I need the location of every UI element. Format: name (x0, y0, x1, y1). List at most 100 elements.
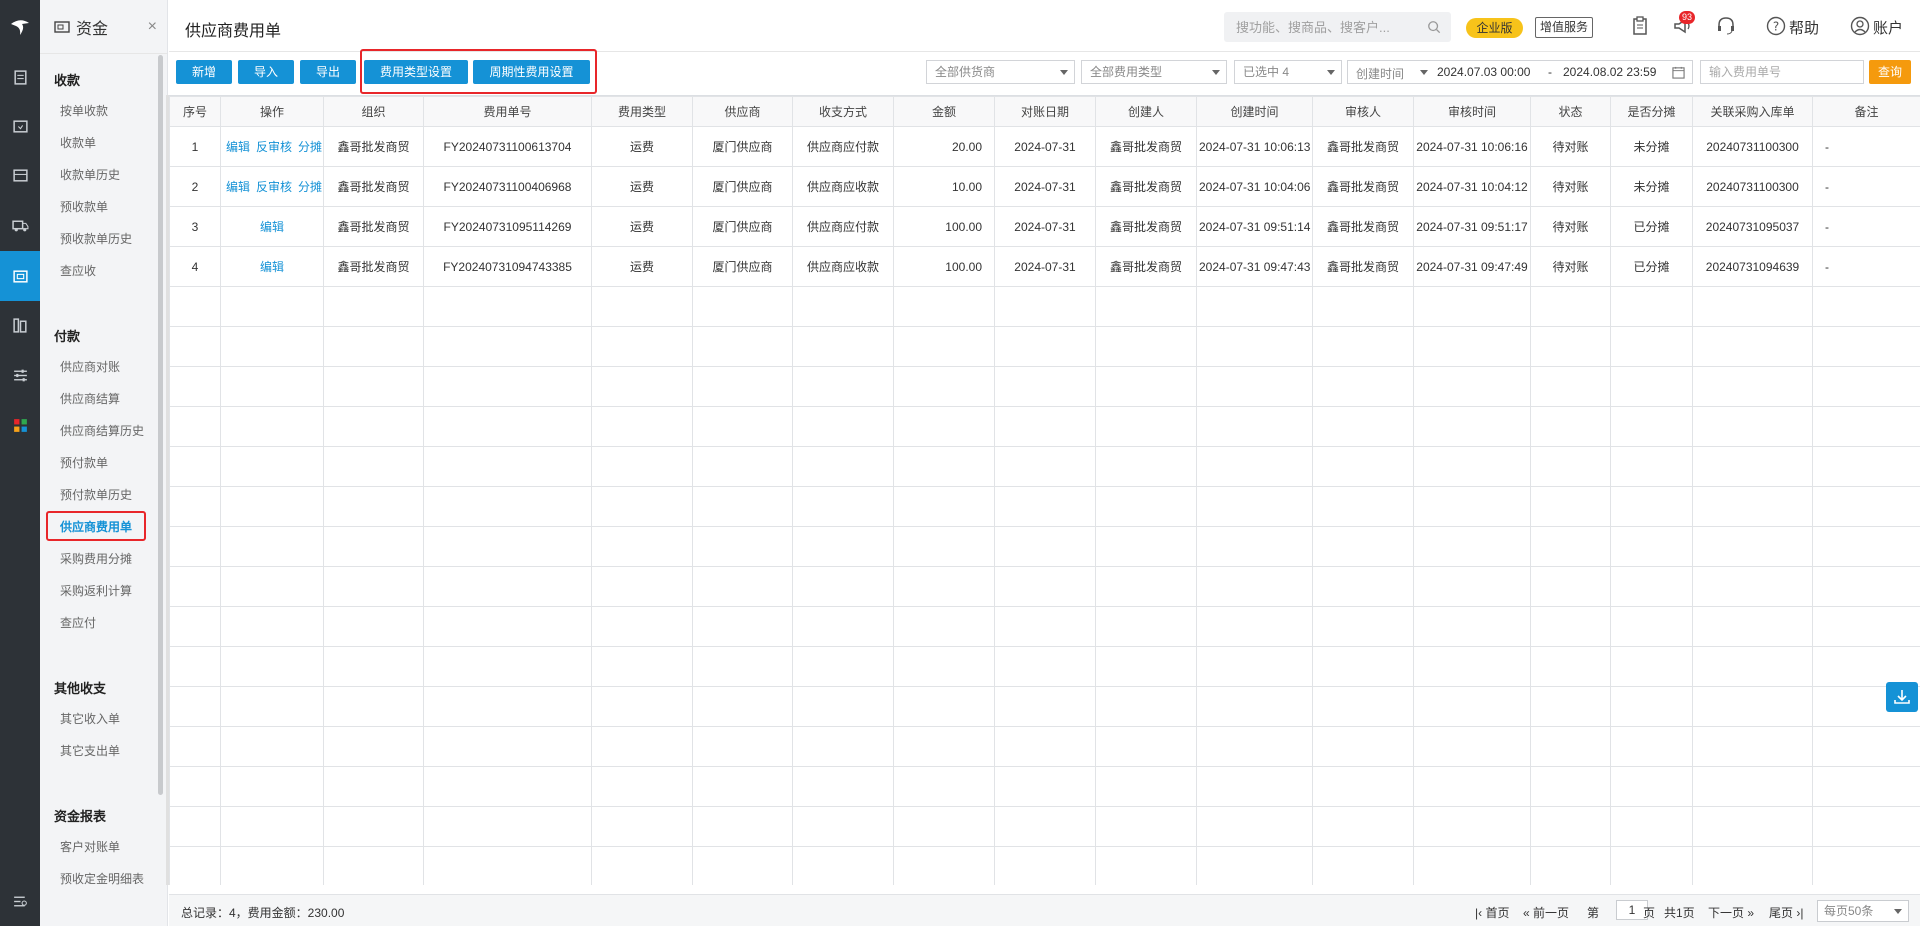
column-header[interactable]: 关联采购入库单 (1692, 96, 1813, 127)
table-row[interactable]: 1 编辑 反审核 分摊 鑫哥批发商贸 FY20240731100613704 运费 厦门供应商… (169, 126, 1920, 167)
selected-count-select[interactable]: 已选中 4 (1234, 60, 1342, 84)
allocate-link[interactable]: 分摊 (298, 140, 322, 154)
empty-cell (994, 766, 1096, 807)
app-logo-icon[interactable] (0, 0, 40, 54)
help-link[interactable]: 帮助 (1789, 17, 1819, 38)
search-icon[interactable] (1427, 20, 1441, 34)
sidebar-item-settlement-history[interactable]: 供应商结算历史 (60, 422, 144, 439)
table-row[interactable]: 3 编辑 鑫哥批发商贸 FY20240731095114269 运费 厦门供应商 供应商应付… (169, 206, 1920, 247)
apps-grid-icon[interactable] (0, 400, 40, 450)
customer-service-icon[interactable] (1715, 15, 1737, 37)
sidebar-item-prepayment[interactable]: 预付款单 (60, 454, 108, 471)
edit-link[interactable]: 编辑 (260, 260, 284, 274)
supplier-filter-select[interactable]: 全部供货商 (926, 60, 1075, 84)
sidebar-item-receivables[interactable]: 查应收 (60, 262, 96, 279)
sidebar-item-payables[interactable]: 查应付 (60, 614, 96, 631)
import-button[interactable]: 导入 (238, 60, 294, 84)
column-header[interactable]: 费用单号 (423, 96, 592, 127)
finance-nav-icon[interactable] (0, 251, 40, 301)
close-icon[interactable]: × (148, 18, 157, 36)
sidebar-item-advance-receipt[interactable]: 预收款单 (60, 198, 108, 215)
export-button[interactable]: 导出 (300, 60, 356, 84)
edit-link[interactable]: 编辑 (260, 220, 284, 234)
date-type-select[interactable]: 创建时间 (1356, 65, 1404, 82)
sidebar-item-deposit-detail[interactable]: 预收定金明细表 (60, 870, 144, 887)
column-header[interactable]: 费用类型 (591, 96, 693, 127)
download-button[interactable] (1886, 682, 1918, 712)
help-icon[interactable]: ? (1766, 16, 1786, 36)
search-input[interactable] (1236, 18, 1416, 36)
sidebar-item-other-expense[interactable]: 其它支出单 (60, 742, 120, 759)
page-size-value: 每页50条 (1824, 904, 1874, 918)
column-header[interactable]: 供应商 (692, 96, 793, 127)
sidebar-item-customer-statement[interactable]: 客户对账单 (60, 838, 120, 855)
column-header[interactable]: 状态 (1530, 96, 1611, 127)
wallet-icon (54, 20, 70, 33)
calendar-icon[interactable] (1672, 66, 1685, 79)
empty-cell (220, 406, 324, 447)
edit-link[interactable]: 编辑 (226, 180, 250, 194)
sidebar-item-other-income[interactable]: 其它收入单 (60, 710, 120, 727)
sidebar-scrollbar[interactable] (158, 55, 163, 795)
inventory-nav-icon[interactable] (0, 150, 40, 200)
total-pages: 共1页 (1664, 906, 1695, 920)
column-header[interactable]: 审核人 (1312, 96, 1414, 127)
document-nav-icon[interactable] (0, 52, 40, 102)
edit-link[interactable]: 编辑 (226, 140, 250, 154)
date-to[interactable]: 2024.08.02 23:59 (1563, 65, 1656, 79)
table-cell: 厦门供应商 (692, 246, 793, 287)
sidebar-item-receipt[interactable]: 收款单 (60, 134, 96, 151)
table-row[interactable]: 4 编辑 鑫哥批发商贸 FY20240731094743385 运费 厦门供应商 供应商应收… (169, 246, 1920, 287)
fee-type-filter-select[interactable]: 全部费用类型 (1081, 60, 1227, 84)
sidebar-item-rebate-calculation[interactable]: 采购返利计算 (60, 582, 132, 599)
sidebar-item-receive-by-order[interactable]: 按单收款 (60, 102, 108, 119)
next-page-link[interactable]: 下一页 » (1708, 904, 1754, 921)
clipboard-icon[interactable] (1629, 15, 1651, 37)
empty-cell (591, 566, 693, 607)
column-header[interactable]: 收支方式 (792, 96, 894, 127)
account-link[interactable]: 账户 (1873, 17, 1903, 38)
column-header[interactable]: 金额 (893, 96, 995, 127)
allocate-link[interactable]: 分摊 (298, 180, 322, 194)
empty-cell (1312, 366, 1414, 407)
collapse-menu-icon[interactable] (0, 876, 40, 926)
date-range-picker[interactable]: 创建时间 2024.07.03 00:00 - 2024.08.02 23:59 (1347, 60, 1693, 84)
empty-cell (1692, 526, 1813, 567)
first-page-link[interactable]: |‹ 首页 (1475, 904, 1509, 921)
settings-sliders-icon[interactable] (0, 350, 40, 400)
last-page-link[interactable]: 尾页 ›| (1769, 904, 1803, 921)
page-size-select[interactable]: 每页50条 (1817, 900, 1909, 922)
expense-number-input[interactable] (1700, 60, 1864, 84)
column-header[interactable]: 组织 (323, 96, 424, 127)
date-from[interactable]: 2024.07.03 00:00 (1437, 65, 1530, 79)
sidebar-item-supplier-reconcile[interactable]: 供应商对账 (60, 358, 120, 375)
delivery-nav-icon[interactable] (0, 200, 40, 250)
value-added-services-button[interactable]: 增值服务 (1535, 17, 1593, 38)
empty-cell (1530, 646, 1611, 687)
unaudit-link[interactable]: 反审核 (256, 180, 292, 194)
empty-cell (1413, 406, 1531, 447)
account-icon[interactable] (1850, 16, 1870, 36)
column-header[interactable]: 对账日期 (994, 96, 1096, 127)
table-cell: 供应商应付款 (792, 126, 894, 167)
query-button[interactable]: 查询 (1869, 60, 1911, 84)
table-cell: 已分摊 (1610, 206, 1693, 247)
prev-page-link[interactable]: « 前一页 (1523, 904, 1569, 921)
global-search[interactable] (1224, 12, 1451, 42)
enterprise-edition-badge[interactable]: 企业版 (1466, 18, 1523, 38)
sidebar-item-advance-receipt-history[interactable]: 预收款单历史 (60, 230, 132, 247)
unaudit-link[interactable]: 反审核 (256, 140, 292, 154)
sidebar-item-prepayment-history[interactable]: 预付款单历史 (60, 486, 132, 503)
column-header[interactable]: 创建时间 (1196, 96, 1313, 127)
reports-nav-icon[interactable] (0, 300, 40, 350)
add-button[interactable]: 新增 (176, 60, 232, 84)
empty-row (169, 446, 1920, 487)
sidebar-item-purchase-expense-allocation[interactable]: 采购费用分摊 (60, 550, 132, 567)
table-row[interactable]: 2 编辑 反审核 分摊 鑫哥批发商贸 FY20240731100406968 运费 厦门供应商… (169, 166, 1920, 207)
column-header[interactable]: 审核时间 (1413, 96, 1531, 127)
column-header[interactable]: 创建人 (1095, 96, 1197, 127)
column-header[interactable]: 是否分摊 (1610, 96, 1693, 127)
sidebar-item-receipt-history[interactable]: 收款单历史 (60, 166, 120, 183)
sales-nav-icon[interactable] (0, 101, 40, 151)
sidebar-item-supplier-settlement[interactable]: 供应商结算 (60, 390, 120, 407)
